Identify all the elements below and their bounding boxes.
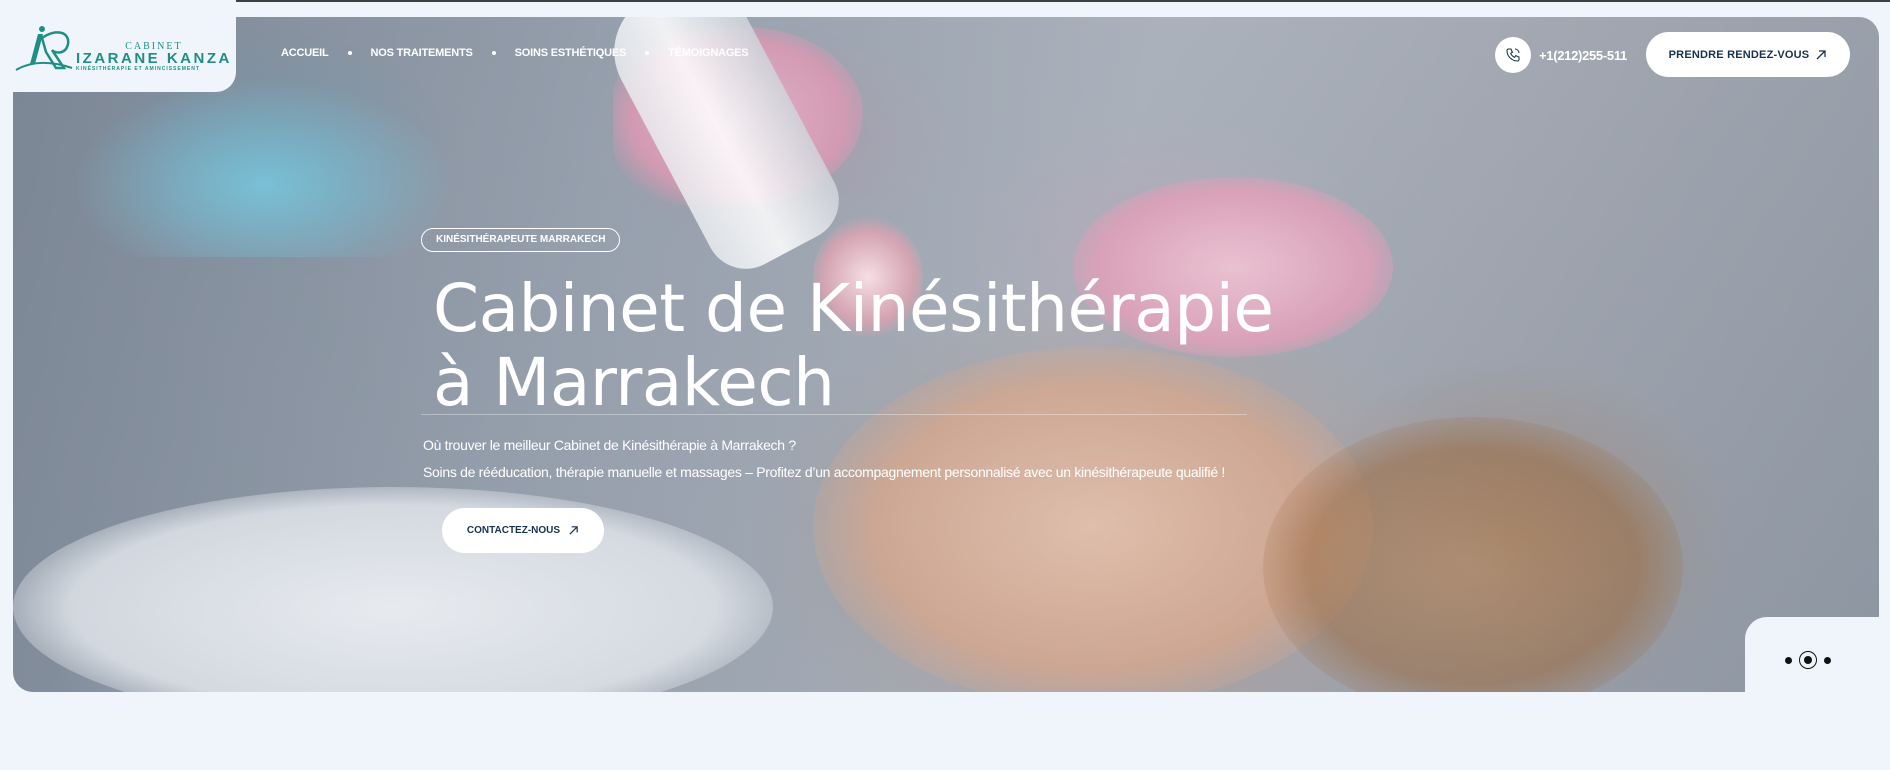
hero-title: Cabinet de Kinésithérapie à Marrakech (433, 272, 1274, 420)
hero-paragraph-2: Soins de rééducation, thérapie manuelle … (423, 464, 1226, 480)
phone-number: +1(212)255-511 (1539, 47, 1627, 63)
logo[interactable]: CABINET IZARANE KANZA KINÉSITHÉRAPIE ET … (12, 24, 232, 82)
nav-accueil[interactable]: ACCUEIL (281, 47, 329, 59)
logo-name: IZARANE KANZA (76, 49, 232, 67)
top-border (0, 0, 1890, 2)
book-appointment-button[interactable]: PRENDRE RENDEZ-VOUS (1646, 32, 1850, 77)
slider-dot-1[interactable] (1785, 656, 1792, 664)
nav-temoignages[interactable]: TÉMOIGNAGES (668, 47, 749, 59)
slider-pagination (1785, 651, 1831, 669)
nav-soins-esthetiques[interactable]: SOINS ESTHÉTIQUES (515, 47, 627, 59)
slider-dots-container (1745, 617, 1890, 727)
hero-title-line2: à Marrakech (433, 344, 835, 421)
main-nav: ACCUEIL NOS TRAITEMENTS SOINS ESTHÉTIQUE… (281, 47, 749, 59)
phone-link[interactable]: +1(212)255-511 (1495, 37, 1627, 73)
hero-image-towel (13, 487, 773, 692)
logo-mark-icon (12, 24, 74, 82)
arrow-up-right-icon (569, 526, 578, 535)
nav-separator (347, 51, 352, 55)
nav-separator (645, 51, 650, 55)
slider-dot-2-active[interactable] (1799, 651, 1817, 669)
nav-nos-traitements[interactable]: NOS TRAITEMENTS (371, 47, 473, 59)
nav-separator (491, 51, 496, 55)
arrow-up-right-icon (1816, 49, 1827, 59)
hero-badge: KINÉSITHÉRAPEUTE MARRAKECH (421, 228, 621, 252)
hero-divider (421, 414, 1247, 415)
hero-image-machine (73, 77, 453, 257)
phone-icon (1495, 37, 1531, 73)
slider-dot-3[interactable] (1824, 656, 1831, 664)
book-appointment-label: PRENDRE RENDEZ-VOUS (1668, 48, 1810, 61)
contact-button-label: CONTACTEZ-NOUS (466, 525, 561, 536)
hero-image-hair (1263, 417, 1683, 692)
contact-button[interactable]: CONTACTEZ-NOUS (442, 508, 604, 553)
hero-title-line1: Cabinet de Kinésithérapie (433, 270, 1274, 347)
hero-paragraph-1: Où trouver le meilleur Cabinet de Kinési… (423, 437, 796, 453)
